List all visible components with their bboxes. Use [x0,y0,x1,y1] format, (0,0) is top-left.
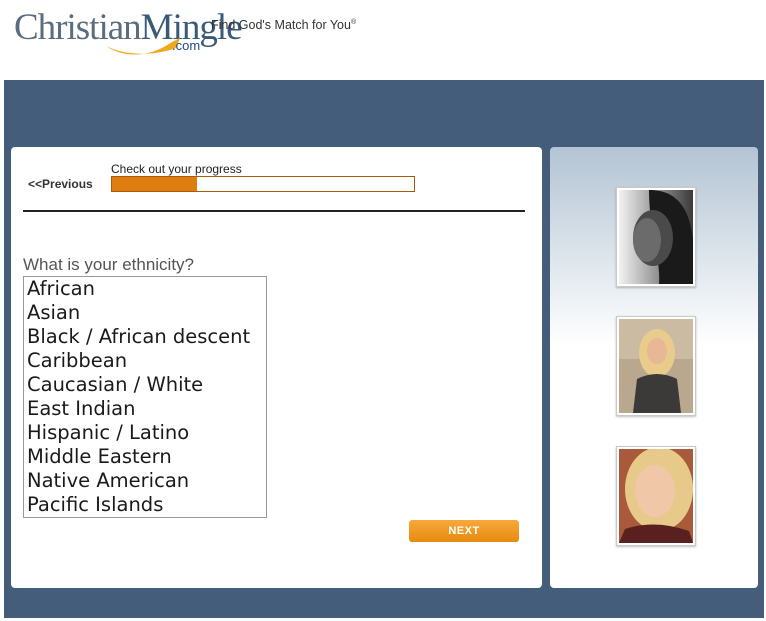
member-photo-3[interactable] [616,446,696,546]
option-caucasian-white[interactable]: Caucasian / White [24,373,266,397]
logo-text-com: .com [172,38,201,53]
progress-bar [111,176,415,192]
member-photos-panel [550,147,758,588]
portrait-selfie-image [619,449,693,543]
option-black-african-descent[interactable]: Black / African descent [24,325,266,349]
option-pacific-islands[interactable]: Pacific Islands [24,493,266,517]
member-photo-2[interactable] [616,316,696,416]
site-header: ChristianMingle .com Find God's Match fo… [0,0,766,80]
option-african[interactable]: African [24,277,266,301]
question-label: What is your ethnicity? [23,255,195,274]
previous-link[interactable]: <<Previous [28,177,93,191]
member-photo-1[interactable] [616,187,696,287]
progress-label: Check out your progress [111,162,242,176]
tagline: Find God's Match for You® [211,18,356,32]
ethnicity-listbox[interactable]: African Asian Black / African descent Ca… [23,276,267,518]
option-caribbean[interactable]: Caribbean [24,349,266,373]
next-button[interactable]: NEXT [409,520,519,542]
option-east-indian[interactable]: East Indian [24,397,266,421]
christianmingle-logo[interactable]: ChristianMingle .com [14,6,243,62]
portrait-bw-image [619,190,693,284]
tagline-text: Find God's Match for You [211,18,351,32]
option-asian[interactable]: Asian [24,301,266,325]
option-middle-eastern[interactable]: Middle Eastern [24,445,266,469]
divider [23,210,525,212]
option-native-american[interactable]: Native American [24,469,266,493]
option-hispanic-latino[interactable]: Hispanic / Latino [24,421,266,445]
portrait-blonde-woman-image [619,319,693,413]
progress-bar-fill [112,177,197,191]
registered-mark: ® [350,18,357,26]
question-panel: <<Previous Check out your progress What … [11,147,542,588]
